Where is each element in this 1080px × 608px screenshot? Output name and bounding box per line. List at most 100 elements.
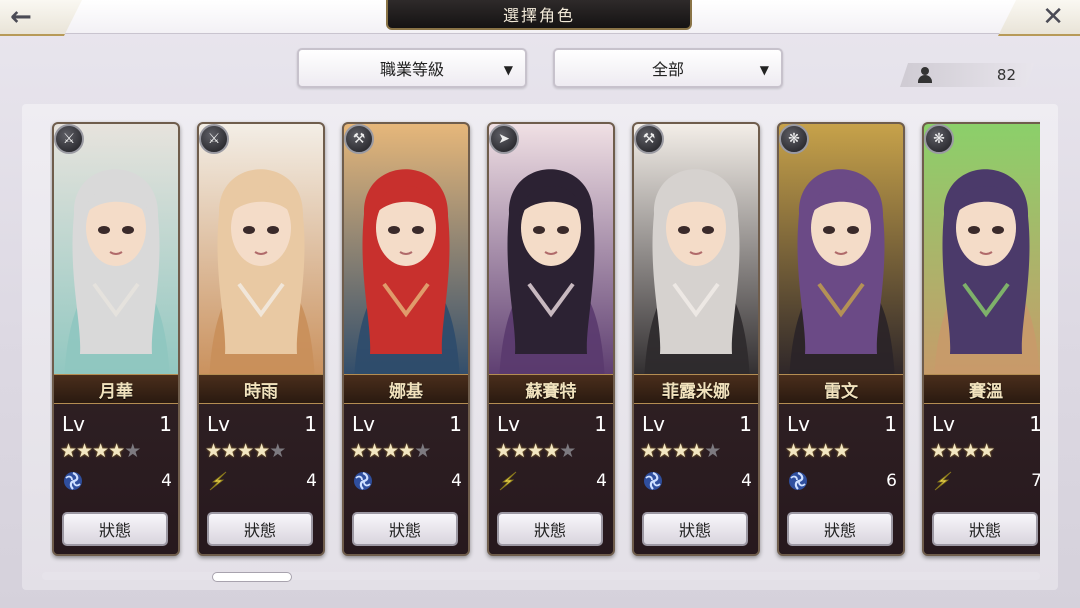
scope-dropdown[interactable]: 全部 ▼ xyxy=(553,48,783,88)
close-icon: ✕ xyxy=(1042,2,1064,32)
star-filled-icon: ★ xyxy=(398,440,415,462)
hammer-icon: ⚒ xyxy=(634,124,664,154)
status-button[interactable]: 狀態 xyxy=(352,512,458,546)
level-label: Lv xyxy=(642,412,665,436)
character-stats: Lv 1 ★★★★ 7 狀態 xyxy=(924,404,1040,554)
character-card[interactable]: ❋ xyxy=(777,122,905,556)
level-label: Lv xyxy=(207,412,230,436)
person-icon xyxy=(918,67,932,83)
character-portrait xyxy=(779,124,903,382)
level-value: 1 xyxy=(594,412,607,436)
status-button[interactable]: 狀態 xyxy=(932,512,1038,546)
character-card[interactable]: ⚒ xyxy=(342,122,470,556)
level-value: 1 xyxy=(159,412,172,436)
character-portrait xyxy=(199,124,323,382)
scrollbar-thumb[interactable] xyxy=(212,572,292,582)
star-filled-icon: ★ xyxy=(237,440,254,462)
character-stats: Lv 1 ★★★★★ 4 狀態 xyxy=(344,404,468,554)
lance-icon: ➤ xyxy=(489,124,519,154)
character-stats: Lv 1 ★★★★ 6 狀態 xyxy=(779,404,903,554)
star-empty-icon: ★ xyxy=(269,440,286,462)
star-filled-icon: ★ xyxy=(543,440,560,462)
blade-icon: ⚔ xyxy=(54,124,84,154)
scrollbar-track[interactable] xyxy=(42,572,1040,580)
status-button[interactable]: 狀態 xyxy=(787,512,893,546)
level-value: 1 xyxy=(739,412,752,436)
star-filled-icon: ★ xyxy=(930,440,947,462)
star-filled-icon: ★ xyxy=(946,440,963,462)
character-portrait xyxy=(489,124,613,382)
star-filled-icon: ★ xyxy=(382,440,399,462)
level-value: 1 xyxy=(1029,412,1040,436)
character-card[interactable]: ⚒ xyxy=(632,122,760,556)
star-filled-icon: ★ xyxy=(205,440,222,462)
class-level-label: 職業等級 xyxy=(379,60,444,79)
level-value: 1 xyxy=(884,412,897,436)
character-count: 82 xyxy=(900,63,1034,87)
vortex-icon xyxy=(642,470,664,492)
character-portrait xyxy=(634,124,758,382)
star-filled-icon: ★ xyxy=(656,440,673,462)
star-filled-icon: ★ xyxy=(60,440,77,462)
character-name: 雷文 xyxy=(779,374,903,404)
vortex-icon xyxy=(62,470,84,492)
star-empty-icon: ★ xyxy=(704,440,721,462)
element-value: 6 xyxy=(886,471,897,491)
star-filled-icon: ★ xyxy=(801,440,818,462)
level-label: Lv xyxy=(62,412,85,436)
character-card[interactable]: ❋ xyxy=(922,122,1040,556)
status-button[interactable]: 狀態 xyxy=(497,512,603,546)
level-label: Lv xyxy=(497,412,520,436)
star-filled-icon: ★ xyxy=(978,440,995,462)
character-card[interactable]: ⚔ xyxy=(52,122,180,556)
star-rating: ★★★★ xyxy=(785,440,850,462)
lightning-icon xyxy=(932,470,954,492)
element-value: 7 xyxy=(1031,471,1040,491)
character-name: 時雨 xyxy=(199,374,323,404)
star-rating: ★★★★★ xyxy=(350,440,431,462)
level-value: 1 xyxy=(449,412,462,436)
character-stats: Lv 1 ★★★★★ 4 狀態 xyxy=(54,404,178,554)
star-rating: ★★★★★ xyxy=(495,440,576,462)
star-rating: ★★★★ xyxy=(930,440,995,462)
status-button[interactable]: 狀態 xyxy=(62,512,168,546)
blade-icon: ⚔ xyxy=(199,124,229,154)
star-filled-icon: ★ xyxy=(817,440,834,462)
scope-label: 全部 xyxy=(651,60,684,79)
star-filled-icon: ★ xyxy=(688,440,705,462)
level-label: Lv xyxy=(787,412,810,436)
star-filled-icon: ★ xyxy=(495,440,512,462)
caret-down-icon: ▼ xyxy=(759,63,769,77)
class-level-dropdown[interactable]: 職業等級 ▼ xyxy=(297,48,527,88)
page-title: 選擇角色 xyxy=(386,0,692,30)
star-filled-icon: ★ xyxy=(833,440,850,462)
star-filled-icon: ★ xyxy=(350,440,367,462)
star-rating: ★★★★★ xyxy=(205,440,286,462)
status-button[interactable]: 狀態 xyxy=(642,512,748,546)
character-stats: Lv 1 ★★★★★ 4 狀態 xyxy=(199,404,323,554)
element-value: 4 xyxy=(306,471,317,491)
hook-icon: ❋ xyxy=(924,124,954,154)
character-card[interactable]: ⚔ xyxy=(197,122,325,556)
lightning-icon xyxy=(207,470,229,492)
star-rating: ★★★★★ xyxy=(60,440,141,462)
character-portrait xyxy=(54,124,178,382)
character-count-value: 82 xyxy=(996,66,1016,84)
level-label: Lv xyxy=(932,412,955,436)
character-list[interactable]: ⚔ 月華 Lv 1 ★★★★★ 4 狀態 ⚔ 時雨 Lv 1 ★★★★★ 4 狀… xyxy=(50,118,1040,564)
star-rating: ★★★★★ xyxy=(640,440,721,462)
character-portrait xyxy=(924,124,1040,382)
character-name: 月華 xyxy=(54,374,178,404)
element-value: 4 xyxy=(451,471,462,491)
lightning-icon xyxy=(497,470,519,492)
vortex-icon xyxy=(787,470,809,492)
character-card[interactable]: ➤ 蘇賽特 Lv 1 ★★★★★ 4 狀態 xyxy=(487,122,615,556)
star-filled-icon: ★ xyxy=(221,440,238,462)
star-filled-icon: ★ xyxy=(527,440,544,462)
character-name: 娜基 xyxy=(344,374,468,404)
status-button[interactable]: 狀態 xyxy=(207,512,313,546)
star-filled-icon: ★ xyxy=(640,440,657,462)
star-filled-icon: ★ xyxy=(366,440,383,462)
star-filled-icon: ★ xyxy=(92,440,109,462)
element-value: 4 xyxy=(596,471,607,491)
